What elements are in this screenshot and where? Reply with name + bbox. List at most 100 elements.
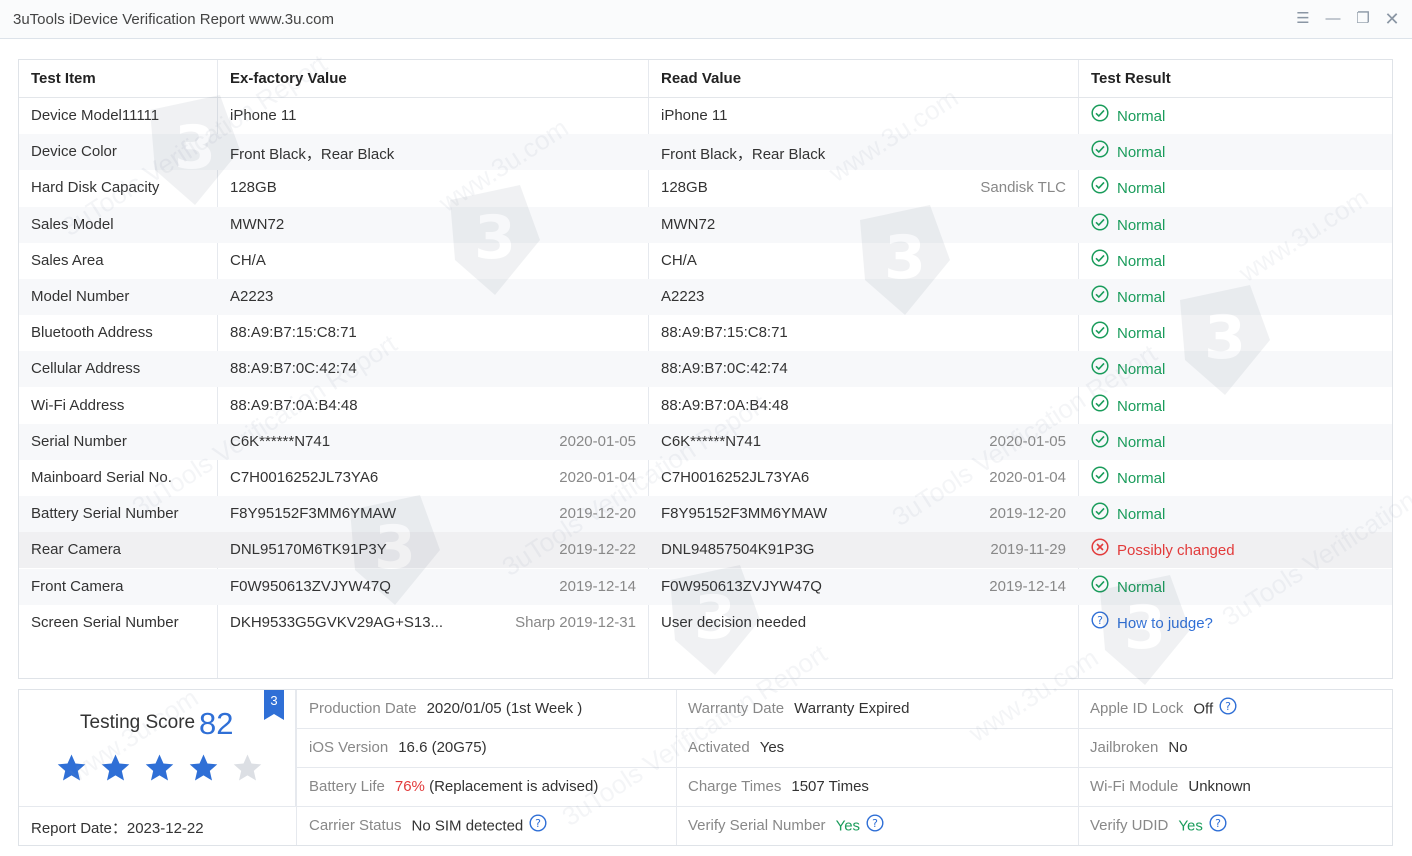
table-row: Device Model11111 iPhone 11 iPhone 11 Norma… xyxy=(19,98,1392,134)
read-value: F0W950613ZVJYW47Q xyxy=(661,577,822,595)
ex-factory-extra: 2019-12-20 xyxy=(559,505,636,523)
check-circle-icon xyxy=(1091,321,1109,343)
apple-id-lock-label: Apple ID Lock xyxy=(1090,700,1184,718)
table-row: Sales Model MWN72 MWN72 Normal xyxy=(19,206,1392,243)
table-row: Mainboard Serial No. C7H0016252JL73YA6 202… xyxy=(19,460,1392,496)
carrier-status-label: Carrier Status xyxy=(309,817,402,835)
score-box: Testing Score 82 3 xyxy=(19,690,296,807)
verify-udid-label: Verify UDID xyxy=(1090,817,1169,835)
battery-life-value: 76% xyxy=(394,778,425,795)
activated-label: Activated xyxy=(688,739,750,756)
verify-serial-value: Yes xyxy=(835,817,861,835)
read-value: 88:A9:B7:15:C8:71 xyxy=(661,324,788,342)
read-extra: Sandisk TLC xyxy=(980,179,1066,197)
warranty-date: Warranty Date Warranty Expired xyxy=(688,700,909,717)
warranty-date-value: Warranty Expired xyxy=(794,700,910,717)
verify-serial-help-icon[interactable]: ? xyxy=(866,814,884,836)
ex-factory-value: CH/A xyxy=(230,251,266,269)
table-row: Front Camera F0W950613ZVJYW47Q 2019-12-14 F… xyxy=(19,568,1392,605)
warranty-date-label: Warranty Date xyxy=(688,700,785,717)
x-circle-icon xyxy=(1091,538,1109,560)
ex-factory-value: Front Black，Rear Black xyxy=(230,146,395,164)
table-row: Bluetooth Address 88:A9:B7:15:C8:71 88:A9:… xyxy=(19,315,1392,351)
verification-table: Test Item Ex-factory Value Read Value Te… xyxy=(18,59,1393,679)
test-result: Normal xyxy=(1091,140,1371,162)
report-date-label: Report Date： xyxy=(31,820,127,837)
read-extra: 2020-01-04 xyxy=(989,469,1066,486)
production-date: Production Date 2020/01/05 (1st Week ) xyxy=(309,700,582,717)
test-result-text: Possibly changed xyxy=(1117,542,1235,560)
close-icon[interactable]: ✕ xyxy=(1382,9,1402,29)
ex-factory-value: 88:A9:B7:0C:42:74 xyxy=(230,360,357,378)
ex-factory-value: C6K******N741 xyxy=(230,432,331,450)
test-result-text: Normal xyxy=(1117,578,1166,596)
star-filled-icon xyxy=(187,752,220,785)
test-result-text: Normal xyxy=(1117,180,1166,198)
wifi-module-value: Unknown xyxy=(1188,778,1251,795)
table-row: Rear Camera DNL95170M6TK91P3Y 2019-12-22 DN… xyxy=(19,532,1392,569)
read-extra: 2019-12-14 xyxy=(989,577,1066,595)
test-result: Normal xyxy=(1091,213,1371,235)
carrier-status: Carrier Status No SIM detected? xyxy=(309,814,547,836)
test-result: Normal xyxy=(1091,394,1371,416)
test-item: Sales Model xyxy=(31,215,114,233)
read-value: C7H0016252JL73YA6 xyxy=(661,469,810,486)
production-date-label: Production Date xyxy=(309,700,417,717)
summary-panel: Testing Score 82 3 Report Date：2023-12-2… xyxy=(18,689,1393,846)
jailbroken-label: Jailbroken xyxy=(1090,739,1159,756)
ex-factory-value: MWN72 xyxy=(230,215,285,233)
test-result: Normal xyxy=(1091,249,1371,271)
wifi-module-label: Wi-Fi Module xyxy=(1090,778,1179,795)
test-result: Possibly changed xyxy=(1091,538,1371,560)
apple-id-lock-help-icon[interactable]: ? xyxy=(1219,697,1237,719)
check-circle-icon xyxy=(1091,394,1109,416)
activated-value: Yes xyxy=(759,739,785,756)
test-result-text: Normal xyxy=(1117,108,1166,125)
restore-icon[interactable]: ❐ xyxy=(1353,9,1373,29)
table-row: Cellular Address 88:A9:B7:0C:42:74 88:A9:B… xyxy=(19,351,1392,388)
test-result-text: Normal xyxy=(1117,433,1166,451)
svg-text:?: ? xyxy=(1225,700,1231,713)
read-value: iPhone 11 xyxy=(661,107,728,124)
test-item: Screen Serial Number xyxy=(31,613,179,631)
header-test-result: Test Result xyxy=(1091,70,1171,87)
table-row: Hard Disk Capacity 128GB 128GB Sandisk TLC N… xyxy=(19,170,1392,206)
test-result-text: Normal xyxy=(1117,252,1166,270)
read-value: User decision needed xyxy=(661,613,807,631)
test-item: Sales Area xyxy=(31,251,104,269)
test-result: Normal xyxy=(1091,575,1371,597)
check-circle-icon xyxy=(1091,357,1109,379)
ios-version: iOS Version 16.6 (20G75) xyxy=(309,739,487,756)
check-circle-icon xyxy=(1091,575,1109,597)
read-value: A2223 xyxy=(661,288,705,305)
verify-serial-number: Verify Serial Number Yes? xyxy=(688,814,884,836)
menu-icon[interactable]: ☰ xyxy=(1293,9,1313,29)
read-extra: 2019-11-29 xyxy=(990,541,1066,559)
activated: Activated Yes xyxy=(688,739,784,756)
testing-score-label: Testing Score xyxy=(80,712,196,733)
battery-life-note: (Replacement is advised) xyxy=(429,778,599,795)
test-item: Model Number xyxy=(31,288,130,305)
read-value: CH/A xyxy=(661,251,697,269)
star-filled-icon xyxy=(143,752,176,785)
charge-times-label: Charge Times xyxy=(688,778,782,795)
minimize-icon[interactable]: — xyxy=(1323,9,1343,29)
table-row: Serial Number C6K******N741 2020-01-05 C6K*… xyxy=(19,423,1392,460)
score-stars xyxy=(55,752,275,790)
test-result[interactable]: ? How to judge? xyxy=(1091,611,1371,633)
test-result-text: Normal xyxy=(1117,506,1166,524)
brand-badge: 3 xyxy=(264,690,284,720)
question-circle-icon: ? xyxy=(1091,611,1109,633)
test-result-text: Normal xyxy=(1117,361,1166,379)
window-title: 3uTools iDevice Verification Report www.… xyxy=(13,11,334,28)
read-value: 88:A9:B7:0A:B4:48 xyxy=(661,396,789,414)
read-value: MWN72 xyxy=(661,215,716,233)
check-circle-icon xyxy=(1091,213,1109,235)
test-result-text: Normal xyxy=(1117,397,1166,415)
check-circle-icon xyxy=(1091,249,1109,271)
ex-factory-extra: 2020-01-04 xyxy=(559,469,636,486)
verify-udid: Verify UDID Yes? xyxy=(1090,814,1227,836)
carrier-status-help-icon[interactable]: ? xyxy=(529,814,547,836)
verify-udid-help-icon[interactable]: ? xyxy=(1209,814,1227,836)
test-item: Mainboard Serial No. xyxy=(31,469,172,486)
